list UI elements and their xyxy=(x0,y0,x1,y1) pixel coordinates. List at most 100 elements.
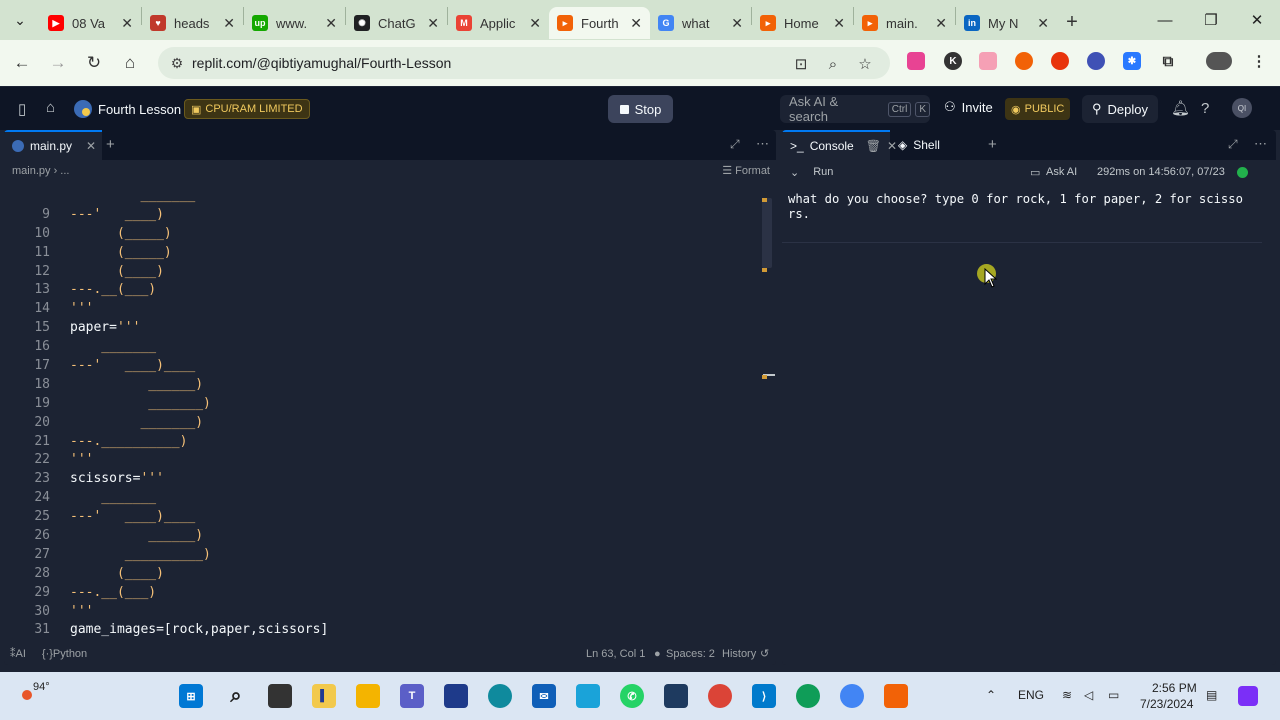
task-view-icon[interactable] xyxy=(268,684,292,708)
browser-tab[interactable]: ✺ ChatG ✕ xyxy=(346,7,447,39)
format-button[interactable]: ☰ Format xyxy=(722,164,770,177)
remote-desktop-icon[interactable] xyxy=(576,684,600,708)
code-line[interactable]: 29 ---.__(___) xyxy=(4,583,764,602)
sidebar-toggle-icon[interactable]: ▯ xyxy=(18,100,26,118)
more-options-icon[interactable]: ⋯ xyxy=(756,136,769,152)
site-info-icon[interactable]: ⚙ xyxy=(162,55,192,72)
extension-1-icon[interactable] xyxy=(907,52,925,70)
history-icon[interactable]: ↺ xyxy=(760,647,769,660)
code-area[interactable]: _______ 9 ---' ____) 10 (_____) 11 (_____) 12… xyxy=(4,186,764,642)
close-tab-icon[interactable]: ✕ xyxy=(935,15,947,32)
app-icon[interactable] xyxy=(664,684,688,708)
close-tab-icon[interactable]: ✕ xyxy=(731,15,743,32)
home-icon[interactable]: ⌂ xyxy=(112,45,148,81)
zoom-icon[interactable]: ⌕ xyxy=(822,53,844,75)
code-line[interactable]: 12 (____) xyxy=(4,262,764,281)
weather-icon[interactable] xyxy=(22,690,32,700)
close-tab-icon[interactable]: ✕ xyxy=(529,15,541,32)
project-name[interactable]: Fourth Lesson xyxy=(98,102,181,117)
code-line[interactable]: 30 ''' xyxy=(4,602,764,621)
cursor-position[interactable]: Ln 63, Col 1 xyxy=(586,648,645,660)
browser-tab[interactable]: ♥ heads ✕ xyxy=(142,7,243,39)
ask-ai-button[interactable]: Ask AI xyxy=(1046,166,1077,178)
vscode-icon[interactable]: ⟩ xyxy=(752,684,776,708)
notification-center-icon[interactable]: ▤ xyxy=(1206,688,1217,702)
close-tab-icon[interactable]: ✕ xyxy=(630,15,642,32)
tab-console[interactable]: >_ Console 🗑︎ ✕ xyxy=(782,130,897,160)
close-tab-icon[interactable]: ✕ xyxy=(223,15,235,32)
project-title[interactable]: Fourth Lesson xyxy=(74,100,181,118)
teams-icon[interactable]: T xyxy=(400,684,424,708)
store-icon[interactable] xyxy=(444,684,468,708)
code-line[interactable]: 23 scissors=''' xyxy=(4,469,764,488)
ask-ai-search-input[interactable]: Ask AI & search Ctrl K xyxy=(780,94,930,124)
extension-3-icon[interactable] xyxy=(979,52,997,70)
language-status[interactable]: Python xyxy=(53,648,87,660)
browser-tab[interactable]: in My N ✕ xyxy=(956,7,1057,39)
extension-7-icon[interactable]: ✱ xyxy=(1123,52,1141,70)
user-avatar[interactable]: QI xyxy=(1232,98,1252,118)
code-line[interactable]: 18 ______) xyxy=(4,375,764,394)
extension-4-icon[interactable] xyxy=(1015,52,1033,70)
tab-shell[interactable]: ◈ Shell xyxy=(898,130,940,160)
close-tab-icon[interactable]: ✕ xyxy=(1037,15,1049,32)
cpu-limit-badge[interactable]: ▣ CPU/RAM LIMITED xyxy=(184,99,310,119)
extension-6-icon[interactable] xyxy=(1087,52,1105,70)
browser-tab[interactable]: ▸ Home ✕ xyxy=(752,7,853,39)
code-line[interactable]: 9 ---' ____) xyxy=(4,205,764,224)
code-line[interactable]: 28 (____) xyxy=(4,564,764,583)
forward-icon[interactable]: → xyxy=(40,45,76,81)
restore-icon[interactable]: ❐ xyxy=(1188,0,1234,40)
battery-icon[interactable]: ▭ xyxy=(1108,688,1119,702)
weather-temp[interactable]: 94° xyxy=(33,681,50,693)
editor-scrollbar[interactable] xyxy=(762,198,772,268)
taskbar-search-icon[interactable]: ⌕ xyxy=(224,684,248,708)
browser-tab[interactable]: ▸ main. ✕ xyxy=(854,7,955,39)
code-line[interactable]: 21 ---.__________) xyxy=(4,432,764,451)
code-line[interactable]: 13 ---.__(___) xyxy=(4,280,764,299)
code-line[interactable]: 11 (_____) xyxy=(4,243,764,262)
minimize-icon[interactable]: — xyxy=(1142,0,1188,40)
close-console-tab-icon[interactable]: ✕ xyxy=(887,139,897,153)
close-tab-icon[interactable]: ✕ xyxy=(86,139,96,153)
browser-tab[interactable]: ▶ 08 Va ✕ xyxy=(40,7,141,39)
tray-chevron-icon[interactable]: ⌃ xyxy=(986,688,996,702)
extension-k-icon[interactable]: K xyxy=(944,52,962,70)
indent-status[interactable]: Spaces: 2 xyxy=(666,648,715,660)
collapse-chevron-icon[interactable]: ⌄ xyxy=(790,166,799,179)
file-explorer-icon[interactable] xyxy=(356,684,380,708)
code-line[interactable]: 17 ---' ____)____ xyxy=(4,356,764,375)
invite-button[interactable]: ⚇ Invite xyxy=(944,99,993,115)
code-line[interactable]: 10 (_____) xyxy=(4,224,764,243)
clear-console-icon[interactable]: 🗑︎ xyxy=(866,139,881,153)
code-line[interactable]: 27 __________) xyxy=(4,545,764,564)
code-line[interactable]: 24 _______ xyxy=(4,488,764,507)
file-tab-main-py[interactable]: main.py ✕ xyxy=(4,130,102,160)
ai-status[interactable]: AI xyxy=(16,648,26,660)
wifi-icon[interactable]: ≋ xyxy=(1062,688,1072,702)
address-bar[interactable]: ⚙ replit.com/@qibtiyamughal/Fourth-Lesso… xyxy=(158,47,890,79)
profile-icon[interactable] xyxy=(1206,52,1232,70)
console-more-icon[interactable]: ⋯ xyxy=(1254,136,1267,152)
widgets-icon[interactable]: ▌ xyxy=(312,684,336,708)
expand-console-icon[interactable]: ⤢ xyxy=(1228,137,1238,152)
extensions-puzzle-icon[interactable]: ⧉ xyxy=(1159,52,1177,70)
chrome-icon[interactable] xyxy=(708,684,732,708)
recorder-icon[interactable] xyxy=(884,684,908,708)
tab-search-icon[interactable]: ⌄ xyxy=(0,0,40,40)
code-line[interactable]: 15 paper=''' xyxy=(4,318,764,337)
breadcrumb[interactable]: main.py › ... xyxy=(4,160,776,182)
code-line[interactable]: 26 ______) xyxy=(4,526,764,545)
close-tab-icon[interactable]: ✕ xyxy=(121,15,133,32)
history-button[interactable]: History xyxy=(722,648,756,660)
address-url[interactable]: replit.com/@qibtiyamughal/Fourth-Lesson xyxy=(192,55,451,71)
reload-icon[interactable]: ↻ xyxy=(76,45,112,81)
chrome-active-icon[interactable] xyxy=(840,684,864,708)
code-line[interactable]: 19 _______) xyxy=(4,394,764,413)
expand-icon[interactable]: ⤢ xyxy=(730,137,740,152)
code-line[interactable]: _______ xyxy=(4,186,764,205)
browser-tab[interactable]: up www. ✕ xyxy=(244,7,345,39)
language-indicator[interactable]: ENG xyxy=(1018,688,1044,702)
add-pane-tab-icon[interactable]: + xyxy=(988,136,997,153)
browser-tab[interactable]: Gwhat ✕ xyxy=(650,7,751,39)
